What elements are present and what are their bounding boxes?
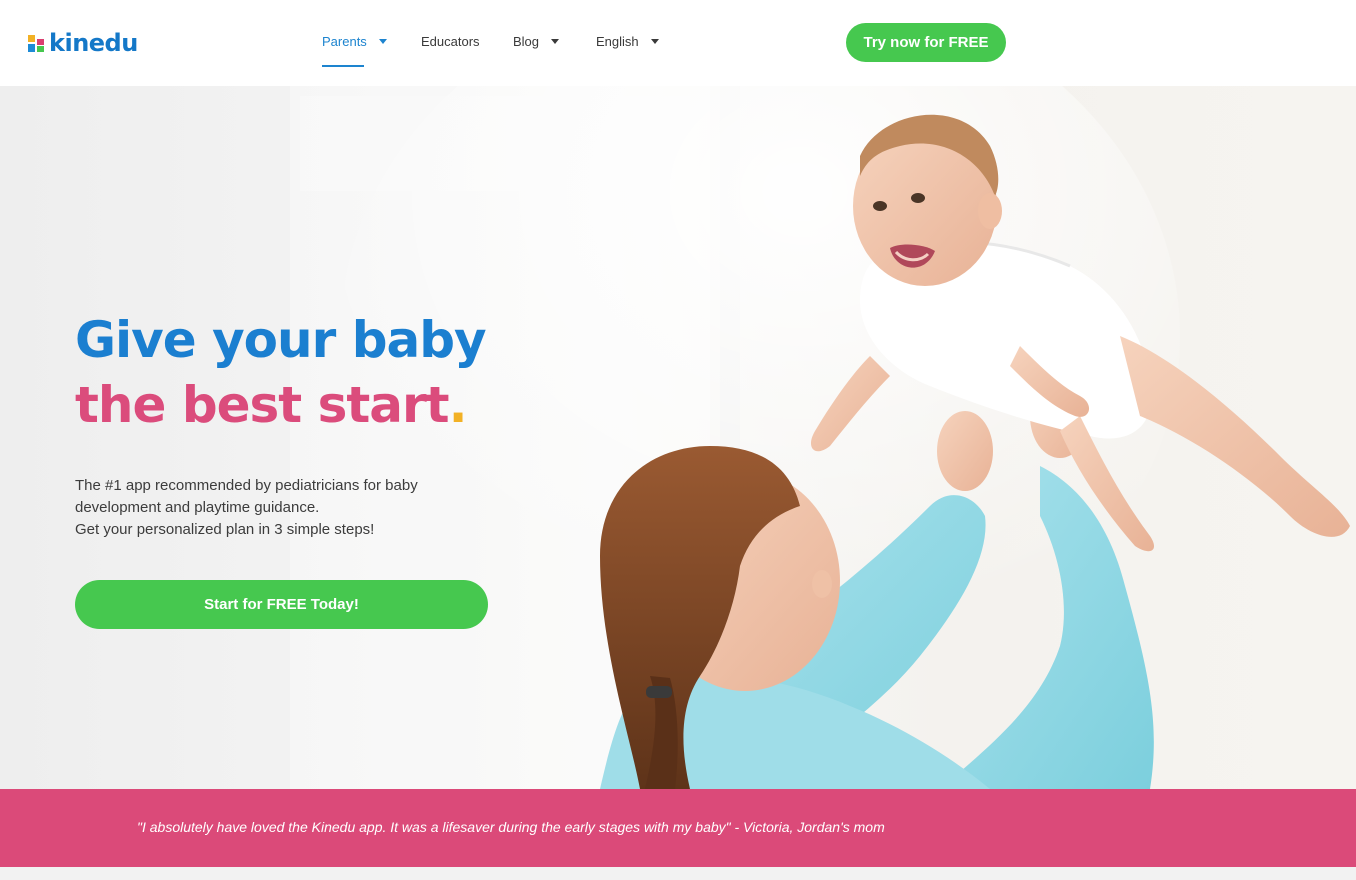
nav-item-language[interactable]: English [596, 30, 659, 68]
nav-item-label: Blog [513, 34, 540, 49]
active-nav-underline [322, 65, 364, 67]
next-section-edge [0, 867, 1356, 880]
headline-line-2: the best start. [75, 373, 535, 438]
chevron-down-icon [551, 39, 560, 45]
testimonial-quote: "I absolutely have loved the Kinedu app.… [137, 819, 885, 835]
nav-item-label: Parents [322, 34, 367, 49]
subtext-line: The #1 app recommended by pediatricians … [75, 477, 418, 494]
start-free-button[interactable]: Start for FREE Today! [75, 580, 488, 629]
logo-wordmark: kinedu [49, 29, 138, 57]
nav-item-educators[interactable]: Educators [421, 30, 480, 68]
subtext-line: development and playtime guidance. [75, 499, 320, 516]
subtext-line: Get your personalized plan in 3 simple s… [75, 521, 375, 538]
nav-item-label: English [596, 34, 639, 49]
kinedu-logo-mark-icon [28, 34, 45, 52]
chevron-down-icon [650, 39, 659, 45]
headline-line-1: Give your baby [75, 311, 487, 369]
chevron-down-icon [378, 39, 387, 45]
hero-headline: Give your baby the best start. [75, 308, 535, 438]
headline-accent-dot: . [448, 376, 468, 434]
nav-item-label: Educators [421, 34, 480, 49]
nav-item-parents[interactable]: Parents [322, 30, 387, 68]
kinedu-logo[interactable]: kinedu [28, 28, 138, 58]
testimonial-band: "I absolutely have loved the Kinedu app.… [0, 789, 1356, 867]
hero-section: Give your baby the best start. The #1 ap… [0, 86, 1356, 789]
site-header: kinedu Parents Educators Blog English Tr… [0, 0, 1356, 86]
hero-subtext: The #1 app recommended by pediatricians … [75, 475, 495, 541]
headline-line-2-text: the best start [75, 376, 450, 434]
nav-item-blog[interactable]: Blog [513, 30, 560, 68]
try-free-button[interactable]: Try now for FREE [846, 23, 1006, 62]
